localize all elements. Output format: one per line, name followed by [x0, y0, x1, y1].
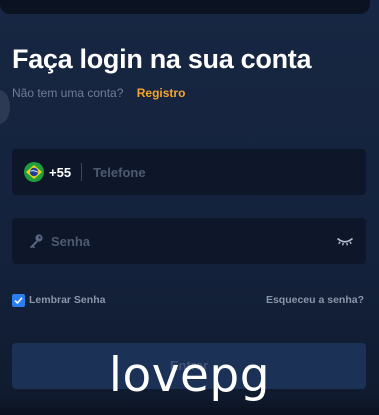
page-title: Faça login na sua conta	[12, 44, 312, 74]
signup-link[interactable]: Registro	[137, 86, 186, 100]
remember-label: Lembrar Senha	[29, 294, 106, 306]
top-edge-tab	[0, 0, 370, 14]
remember-checkbox[interactable]	[12, 293, 25, 307]
brazil-flag-icon[interactable]	[24, 162, 44, 182]
eye-closed-icon[interactable]	[336, 235, 354, 247]
phone-input[interactable]	[93, 164, 366, 180]
checkmark-icon	[14, 296, 23, 304]
options-row: Lembrar Senha Esqueceu a senha?	[12, 292, 364, 308]
remember-password[interactable]: Lembrar Senha	[12, 293, 106, 307]
key-icon	[30, 234, 43, 249]
forgot-password-link[interactable]: Esqueceu a senha?	[266, 294, 364, 306]
watermark-logo: lovepg	[108, 348, 271, 403]
phone-field[interactable]: +55	[12, 149, 366, 195]
password-field[interactable]	[12, 218, 366, 264]
password-input[interactable]	[51, 233, 336, 249]
signup-row: Não tem uma conta? Registro	[12, 86, 185, 100]
country-code[interactable]: +55	[49, 165, 71, 180]
phone-divider	[81, 163, 83, 181]
signup-prompt: Não tem uma conta?	[12, 86, 124, 100]
